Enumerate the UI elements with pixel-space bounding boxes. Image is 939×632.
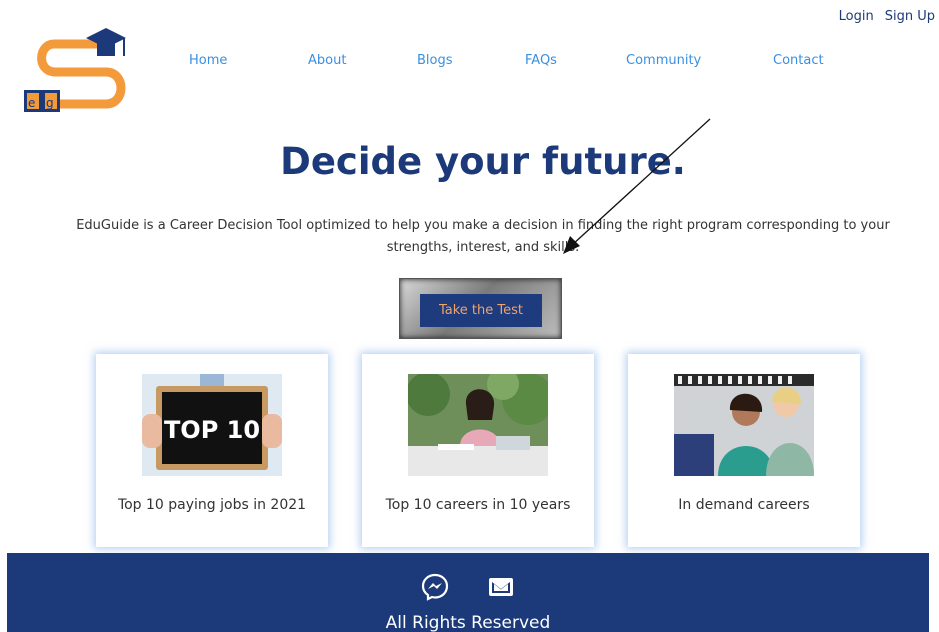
nav-item-faqs[interactable]: FAQs: [525, 53, 557, 68]
auth-links: Login Sign Up: [839, 9, 935, 24]
card-caption: In demand careers: [678, 497, 810, 513]
card-image-top10: TOP 10: [142, 374, 282, 476]
nav-item-contact[interactable]: Contact: [773, 53, 824, 68]
footer-rights: All Rights Reserved: [385, 613, 551, 632]
card-image-office-woman: [408, 374, 548, 476]
nav-item-about[interactable]: About: [308, 53, 346, 68]
card-in-demand-careers[interactable]: In demand careers: [628, 354, 860, 547]
card-caption: Top 10 careers in 10 years: [385, 497, 571, 513]
card-top-paying-jobs[interactable]: TOP 10 Top 10 paying jobs in 2021: [96, 354, 328, 547]
take-test-frame: Take the Test: [399, 278, 562, 339]
hero-title: Decide your future.: [280, 140, 686, 183]
card-future-careers[interactable]: Top 10 careers in 10 years: [362, 354, 594, 547]
footer: All Rights Reserved: [7, 553, 929, 632]
logo-letter-g: g: [46, 96, 54, 110]
card-image-nurses: [674, 374, 814, 476]
mail-icon[interactable]: [487, 573, 515, 601]
card-image-text: TOP 10: [164, 416, 260, 444]
hero-description: EduGuide is a Career Decision Tool optim…: [76, 218, 890, 255]
footer-icons: [7, 573, 929, 601]
login-link[interactable]: Login: [839, 9, 874, 24]
main-nav: Home About Blogs FAQs Community Contact: [0, 53, 939, 73]
nav-item-community[interactable]: Community: [626, 53, 701, 68]
take-test-button[interactable]: Take the Test: [420, 294, 542, 327]
nav-item-blogs[interactable]: Blogs: [417, 53, 453, 68]
messenger-icon[interactable]: [421, 573, 449, 601]
nav-item-home[interactable]: Home: [189, 53, 227, 68]
signup-link[interactable]: Sign Up: [885, 9, 935, 24]
logo-letter-e: e: [28, 96, 35, 110]
card-caption: Top 10 paying jobs in 2021: [117, 497, 307, 513]
